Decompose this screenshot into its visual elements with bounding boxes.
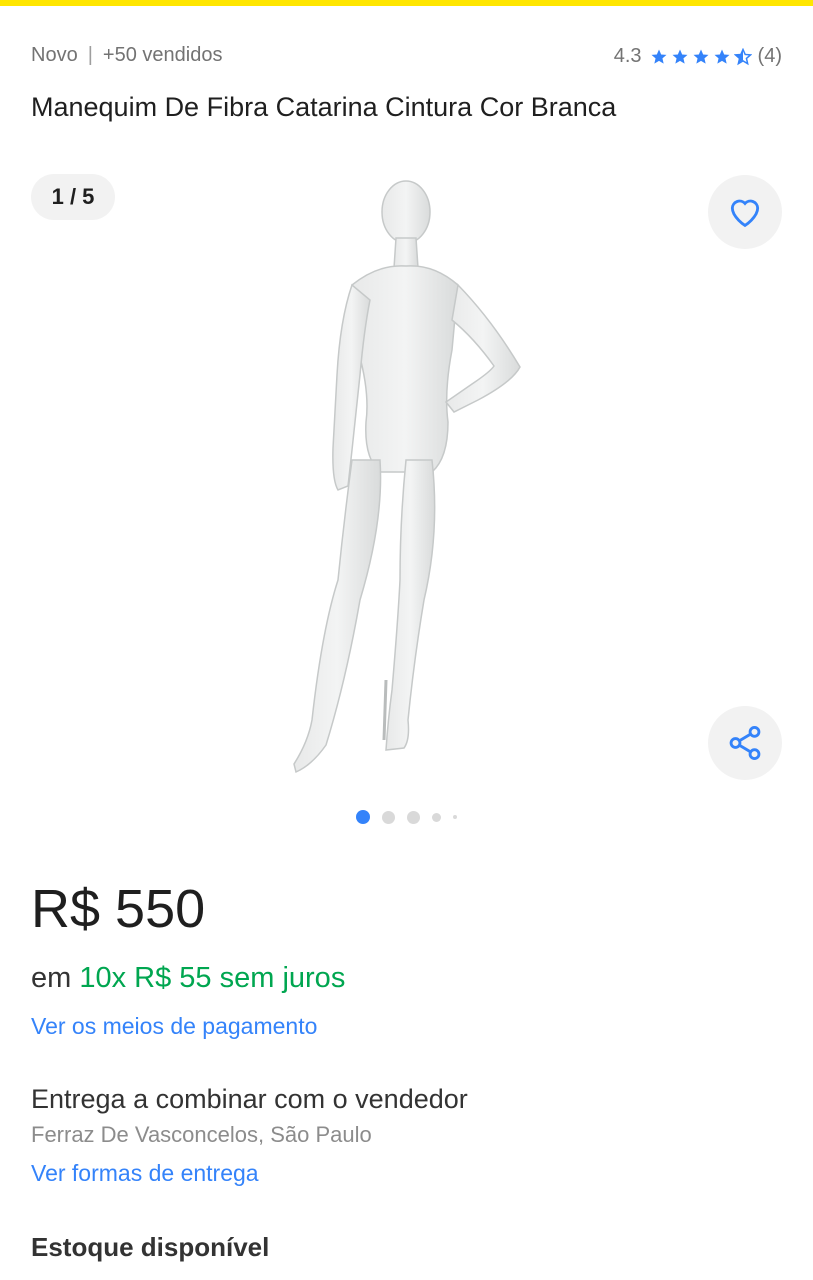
installments-prefix: em (31, 962, 72, 994)
star-half-icon (733, 47, 752, 65)
brand-top-bar (0, 0, 813, 6)
share-button[interactable] (708, 706, 782, 780)
product-title: Manequim De Fibra Catarina Cintura Cor B… (31, 92, 617, 122)
product-image-gallery[interactable] (0, 160, 813, 800)
star-icon (651, 49, 667, 64)
gallery-pagination (0, 810, 813, 824)
share-icon (729, 726, 761, 760)
delivery-options-link[interactable]: Ver formas de entrega (31, 1160, 259, 1187)
review-count: (4) (757, 45, 782, 67)
payment-methods-link[interactable]: Ver os meios de pagamento (31, 1013, 317, 1040)
rating-stars (650, 47, 752, 66)
condition-label: Novo (31, 44, 78, 66)
pagination-dot[interactable] (382, 810, 395, 824)
favorite-button[interactable] (708, 175, 782, 249)
star-icon (714, 49, 730, 64)
installments-info: em 10x R$ 55 sem juros (31, 962, 345, 995)
stock-title: Estoque disponível (31, 1232, 270, 1262)
sold-count: +50 vendidos (102, 44, 223, 66)
pagination-dot[interactable] (407, 810, 420, 824)
seller-location: Ferraz De Vasconcelos, São Paulo (31, 1122, 372, 1147)
mannequin-image (293, 180, 521, 774)
pagination-dot[interactable] (453, 815, 457, 819)
product-price: R$ 550 (31, 879, 206, 939)
rating-value: 4.3 (613, 45, 642, 67)
delivery-title: Entrega a combinar com o vendedor (31, 1084, 468, 1114)
installments-value: 10x R$ 55 sem juros (79, 962, 346, 994)
heart-icon (730, 199, 760, 228)
star-icon (672, 49, 688, 64)
pagination-dot[interactable] (432, 812, 441, 822)
meta-separator: | (87, 44, 93, 66)
product-meta: Novo | +50 vendidos (31, 44, 222, 67)
image-counter-badge: 1 / 5 (31, 174, 115, 220)
star-icon (693, 49, 709, 64)
rating-summary[interactable]: 4.3 (4) (614, 45, 782, 68)
pagination-dot[interactable] (356, 810, 370, 824)
